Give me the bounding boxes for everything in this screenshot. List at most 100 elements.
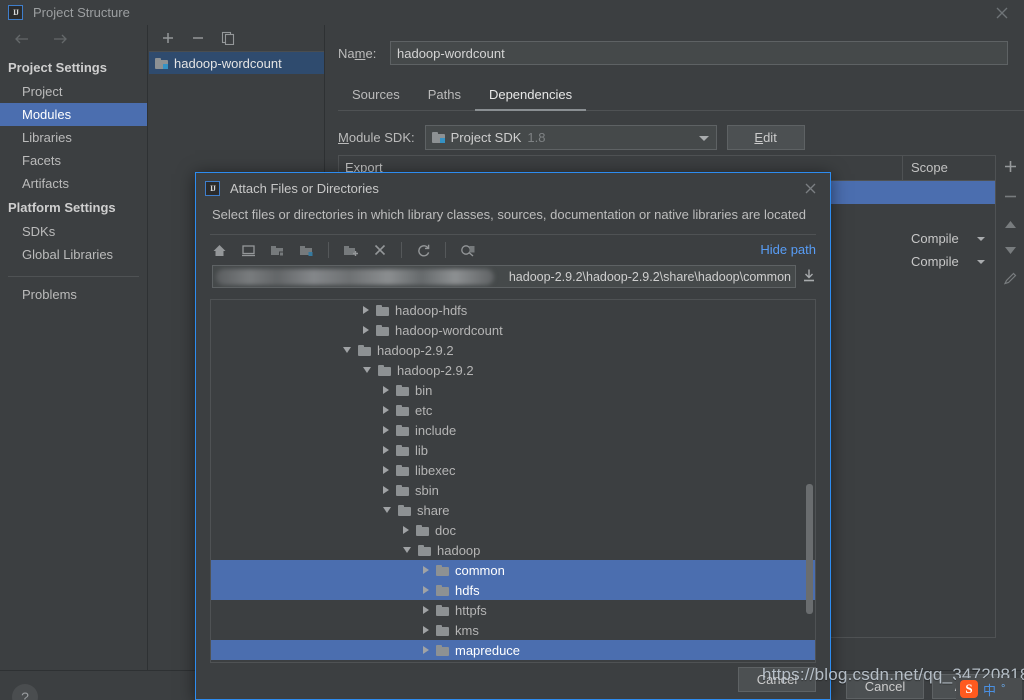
sidebar-item-project[interactable]: Project: [0, 80, 147, 103]
delete-x-icon[interactable]: [373, 243, 387, 257]
home-icon[interactable]: [212, 243, 227, 258]
close-icon[interactable]: [803, 181, 818, 199]
chevron-right-icon[interactable]: [363, 326, 369, 334]
dialog-action-buttons: Cancel: [738, 667, 816, 692]
new-folder-icon[interactable]: [343, 244, 359, 257]
copy-icon[interactable]: [221, 31, 235, 45]
tree-item-lib[interactable]: lib: [211, 440, 815, 460]
tab-paths[interactable]: Paths: [414, 83, 475, 111]
dialog-toolbar: Hide path: [196, 235, 830, 265]
chevron-right-icon[interactable]: [383, 406, 389, 414]
chevron-down-icon[interactable]: [343, 347, 351, 353]
tree-item-hadoop-wordcount[interactable]: hadoop-wordcount: [211, 320, 815, 340]
dialog-title: Attach Files or Directories: [230, 180, 379, 196]
tree-item-libexec[interactable]: libexec: [211, 460, 815, 480]
file-tree[interactable]: hadoop-hdfs hadoop-wordcount hadoop-2.9.2 h…: [210, 299, 816, 663]
cancel-button[interactable]: Cancel: [846, 674, 924, 699]
move-up-button[interactable]: [1003, 219, 1018, 233]
tree-item-hadoop[interactable]: hadoop: [211, 540, 815, 560]
folder-icon: [436, 604, 449, 616]
chevron-right-icon[interactable]: [383, 446, 389, 454]
dialog-cancel-button[interactable]: Cancel: [738, 667, 816, 692]
tree-vertical-scrollbar[interactable]: [806, 484, 813, 614]
chevron-right-icon[interactable]: [403, 526, 409, 534]
sidebar-item-global-libraries[interactable]: Global Libraries: [0, 243, 147, 266]
sidebar-item-sdks[interactable]: SDKs: [0, 220, 147, 243]
edit-pencil-icon[interactable]: [1003, 271, 1018, 289]
refresh-icon[interactable]: [416, 243, 431, 258]
chevron-right-icon[interactable]: [423, 646, 429, 654]
arrow-left-icon[interactable]: [12, 32, 32, 55]
chevron-right-icon[interactable]: [423, 626, 429, 634]
module-dir-icon[interactable]: [299, 244, 314, 257]
module-list-item[interactable]: hadoop-wordcount: [149, 52, 324, 74]
tree-item-share[interactable]: share: [211, 500, 815, 520]
ime-punctuation-label[interactable]: °: [1001, 683, 1005, 695]
ime-indicator[interactable]: S 中 °: [956, 678, 1022, 700]
chevron-right-icon[interactable]: [383, 386, 389, 394]
chevron-down-icon[interactable]: [403, 547, 411, 553]
tab-sources[interactable]: Sources: [338, 83, 414, 111]
folder-icon: [398, 504, 411, 516]
tree-item-common[interactable]: common: [211, 560, 815, 580]
toolbar-divider: [328, 242, 329, 258]
chevron-right-icon[interactable]: [363, 306, 369, 314]
desktop-icon[interactable]: [241, 243, 256, 258]
tree-item-etc[interactable]: etc: [211, 400, 815, 420]
chevron-right-icon[interactable]: [423, 606, 429, 614]
chevron-right-icon[interactable]: [383, 486, 389, 494]
module-sdk-combobox[interactable]: Project SDK 1.8: [424, 125, 717, 150]
arrow-right-icon[interactable]: [50, 32, 70, 55]
tab-dependencies[interactable]: Dependencies: [474, 83, 587, 111]
tree-item-bin[interactable]: bin: [211, 380, 815, 400]
path-input[interactable]: hadoop-2.9.2\hadoop-2.9.2\share\hadoop\c…: [212, 265, 796, 288]
tree-item-label: hdfs: [455, 582, 480, 598]
table-cell-scope[interactable]: Compile: [903, 254, 995, 269]
sidebar-item-libraries[interactable]: Libraries: [0, 126, 147, 149]
project-dir-icon[interactable]: [270, 244, 285, 257]
sidebar-item-artifacts[interactable]: Artifacts: [0, 172, 147, 195]
tree-item-hadoop-2.9.2[interactable]: hadoop-2.9.2: [211, 340, 815, 360]
sidebar-item-problems[interactable]: Problems: [0, 283, 147, 306]
add-dependency-button[interactable]: [1003, 159, 1018, 177]
sidebar-item-facets[interactable]: Facets: [0, 149, 147, 172]
chevron-right-icon[interactable]: [423, 566, 429, 574]
tree-item-hdfs[interactable]: hdfs: [211, 580, 815, 600]
close-icon[interactable]: [994, 5, 1010, 21]
folder-icon: [418, 544, 431, 556]
tree-item-kms[interactable]: kms: [211, 620, 815, 640]
add-module-button[interactable]: [161, 31, 175, 45]
module-sdk-version: 1.8: [527, 130, 546, 145]
remove-dependency-button[interactable]: [1003, 189, 1018, 207]
chevron-right-icon[interactable]: [383, 426, 389, 434]
tree-item-include[interactable]: include: [211, 420, 815, 440]
tree-item-label: kms: [455, 622, 479, 638]
download-arrow-icon[interactable]: [802, 268, 816, 286]
tree-item-hadoop-2.9.2[interactable]: hadoop-2.9.2: [211, 360, 815, 380]
tree-item-hadoop-hdfs[interactable]: hadoop-hdfs: [211, 300, 815, 320]
chevron-down-icon[interactable]: [383, 507, 391, 513]
chevron-right-icon[interactable]: [383, 466, 389, 474]
hide-path-link[interactable]: Hide path: [760, 242, 816, 257]
tree-item-sbin[interactable]: sbin: [211, 480, 815, 500]
module-name-input[interactable]: [390, 41, 1008, 65]
remove-module-button[interactable]: [191, 31, 205, 45]
tree-item-label: hadoop: [437, 542, 481, 558]
show-hidden-icon[interactable]: [460, 243, 476, 258]
chevron-right-icon[interactable]: [423, 586, 429, 594]
sidebar-item-modules[interactable]: Modules: [0, 103, 147, 126]
tree-item-doc[interactable]: doc: [211, 520, 815, 540]
tree-item-mapreduce[interactable]: mapreduce: [211, 640, 815, 660]
sogou-ime-icon[interactable]: S: [960, 680, 978, 698]
ime-mode-label[interactable]: 中: [983, 680, 996, 699]
folder-icon: [378, 364, 391, 376]
module-name-row: Name:: [326, 25, 1024, 65]
table-cell-scope[interactable]: Compile: [903, 231, 995, 246]
tree-item-httpfs[interactable]: httpfs: [211, 600, 815, 620]
modules-toolbar: [149, 25, 324, 52]
intellij-logo-icon: IJ: [205, 180, 220, 196]
edit-sdk-button[interactable]: Edit: [726, 125, 805, 150]
move-down-button[interactable]: [1003, 245, 1018, 259]
chevron-down-icon[interactable]: [363, 367, 371, 373]
column-header-scope[interactable]: Scope: [903, 156, 995, 180]
